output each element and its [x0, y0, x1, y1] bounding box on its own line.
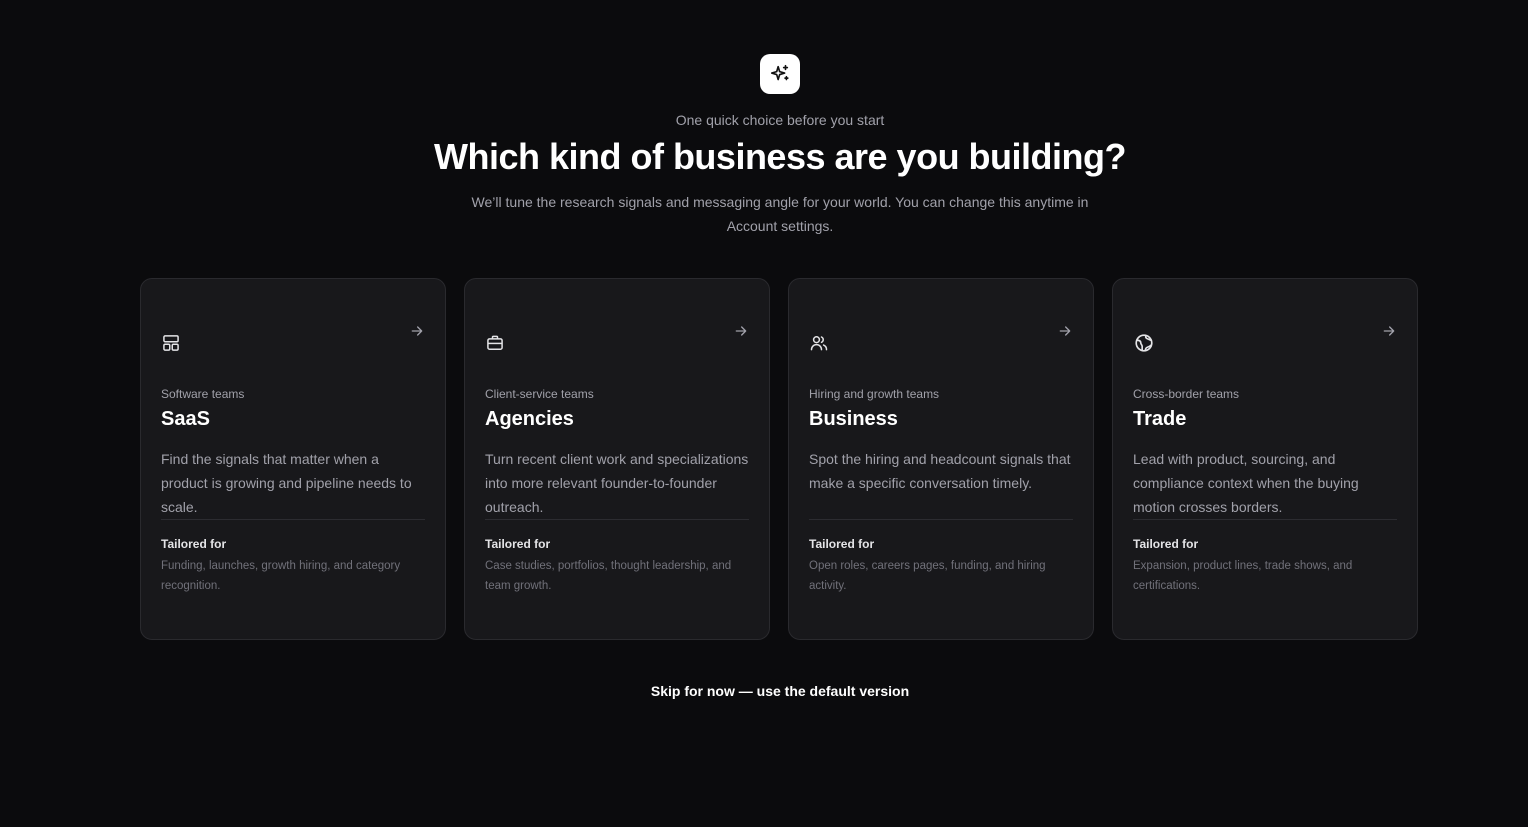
card-kicker: Cross-border teams	[1133, 387, 1240, 401]
business-card-agencies[interactable]: Client-service teams Agencies Turn recen…	[464, 278, 770, 640]
layout-grid-icon	[161, 331, 201, 355]
page-title: Which kind of business are you building?	[433, 136, 1127, 177]
tailored-label: Tailored for	[809, 537, 875, 551]
arrow-right-icon	[1381, 323, 1397, 344]
card-kicker: Client-service teams	[485, 387, 594, 401]
tailored-text: Open roles, careers pages, funding, and …	[809, 560, 1046, 592]
business-card-saas[interactable]: Software teams SaaS Find the signals tha…	[140, 278, 446, 640]
tailored-text: Funding, launches, growth hiring, and ca…	[161, 560, 401, 592]
tailored-text: Expansion, product lines, trade shows, a…	[1133, 560, 1353, 592]
sparkles-icon	[770, 64, 789, 81]
arrow-right-icon	[1057, 323, 1073, 344]
business-card-business[interactable]: Hiring and growth teams Business Spot th…	[788, 278, 1094, 640]
eyebrow-text: One quick choice before you start	[675, 112, 885, 128]
arrow-right-icon	[733, 323, 749, 344]
card-description: Lead with product, sourcing, and complia…	[1133, 451, 1359, 515]
card-divider	[485, 519, 749, 520]
card-title: SaaS	[161, 408, 210, 430]
tailored-text: Case studies, portfolios, thought leader…	[485, 560, 732, 592]
card-description: Turn recent client work and specializati…	[485, 451, 749, 515]
arrow-right-icon	[409, 323, 425, 344]
card-description: Find the signals that matter when a prod…	[161, 451, 412, 515]
card-divider	[809, 519, 1073, 520]
business-card-trade[interactable]: Cross-border teams Trade Lead with produ…	[1112, 278, 1418, 640]
card-title: Agencies	[485, 408, 574, 430]
skip-link[interactable]: Skip for now — use the default version	[0, 683, 1528, 699]
card-title: Business	[809, 408, 898, 430]
tailored-label: Tailored for	[1133, 537, 1199, 551]
app-logo	[760, 54, 800, 94]
card-divider	[161, 519, 425, 520]
card-kicker: Software teams	[161, 387, 245, 401]
globe-icon	[1133, 331, 1173, 355]
page-subtitle: We’ll tune the research signals and mess…	[471, 194, 1089, 234]
tailored-label: Tailored for	[485, 537, 551, 551]
card-divider	[1133, 519, 1397, 520]
card-title: Trade	[1133, 408, 1187, 430]
users-icon	[809, 331, 849, 355]
briefcase-icon	[485, 331, 525, 355]
card-kicker: Hiring and growth teams	[809, 387, 940, 401]
tailored-label: Tailored for	[161, 537, 227, 551]
card-description: Spot the hiring and headcount signals th…	[809, 451, 1071, 491]
